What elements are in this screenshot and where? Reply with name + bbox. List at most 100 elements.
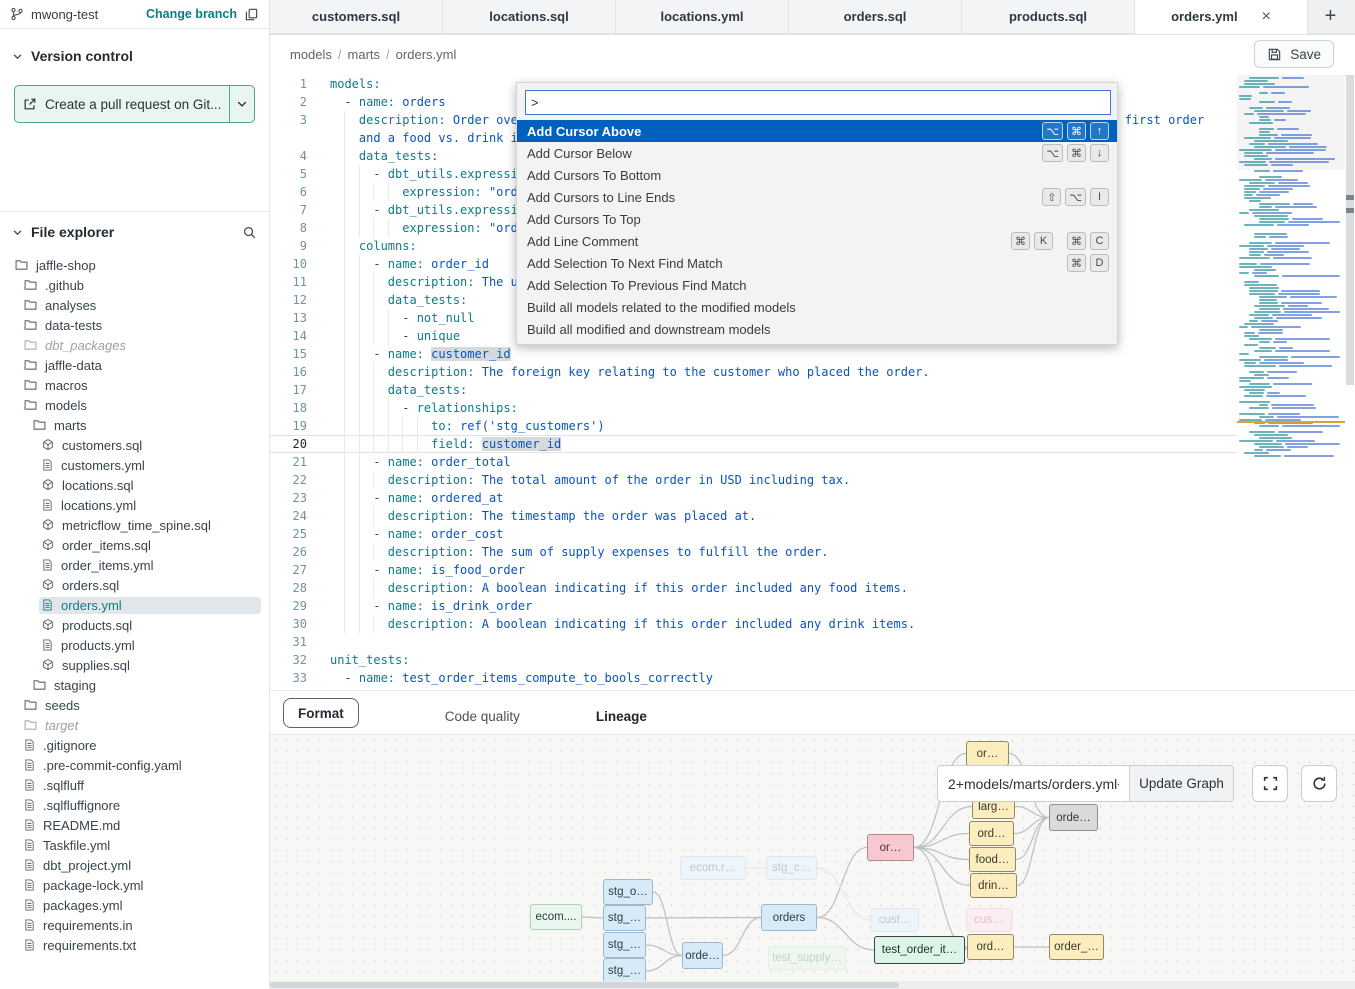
tree-item-orders-sql[interactable]: orders.sql — [0, 575, 269, 595]
new-tab-button[interactable]: + — [1308, 0, 1353, 34]
change-branch-link[interactable]: Change branch — [146, 7, 237, 21]
tree-item-models[interactable]: models — [0, 395, 269, 415]
code-line[interactable]: 31 — [270, 633, 1237, 651]
palette-item[interactable]: Add Selection To Next Find Match⌘D — [517, 252, 1117, 274]
tree-item-locations-sql[interactable]: locations.sql — [0, 475, 269, 495]
code-line[interactable]: 18 - relationships: — [270, 399, 1237, 417]
tree-item-requirements-in[interactable]: requirements.in — [0, 915, 269, 935]
tree-item-metricflow-time-spine-sql[interactable]: metricflow_time_spine.sql — [0, 515, 269, 535]
bottom-tab-lineage[interactable]: Lineage — [584, 698, 659, 734]
tree-item-package-lock-yml[interactable]: package-lock.yml — [0, 875, 269, 895]
tab-orders-yml[interactable]: orders.yml× — [1135, 0, 1308, 34]
code-line[interactable]: 27 - name: is_food_order — [270, 561, 1237, 579]
code-line[interactable]: 15 - name: customer_id — [270, 345, 1237, 363]
create-pr-button[interactable]: Create a pull request on Git... — [14, 85, 255, 123]
code-line[interactable]: 20 field: customer_id — [270, 435, 1237, 453]
tree-item--github[interactable]: .github — [0, 275, 269, 295]
minimap[interactable] — [1237, 75, 1345, 535]
tree-item-seeds[interactable]: seeds — [0, 695, 269, 715]
code-line[interactable]: 30 description: A boolean indicating if … — [270, 615, 1237, 633]
lineage-node-ory[interactable]: or… — [966, 741, 1009, 766]
lineage-node-stgc[interactable]: stg_c… — [766, 856, 817, 880]
tree-item-target[interactable]: target — [0, 715, 269, 735]
tree-item-products-yml[interactable]: products.yml — [0, 635, 269, 655]
palette-item[interactable]: Build all modified and downstream models — [517, 318, 1117, 340]
tree-item-order-items-sql[interactable]: order_items.sql — [0, 535, 269, 555]
code-line[interactable]: 21 - name: order_total — [270, 453, 1237, 471]
code-line[interactable]: 19 to: ref('stg_customers') — [270, 417, 1237, 435]
lineage-node-stg2[interactable]: stg_… — [603, 905, 646, 931]
editor-scrollbar[interactable] — [1345, 75, 1355, 690]
palette-item[interactable]: Add Selection To Previous Find Match — [517, 274, 1117, 296]
lineage-node-orde1[interactable]: orde… — [682, 942, 723, 969]
tree-item-customers-yml[interactable]: customers.yml — [0, 455, 269, 475]
code-line[interactable]: 25 - name: order_cost — [270, 525, 1237, 543]
lineage-node-testsupply[interactable]: test_supply… — [768, 946, 846, 970]
lineage-node-orpink[interactable]: or… — [867, 834, 914, 861]
palette-item[interactable]: Add Cursor Below⌥⌘↓ — [517, 142, 1117, 164]
tree-item-dbt-project-yml[interactable]: dbt_project.yml — [0, 855, 269, 875]
lineage-node-ordegray[interactable]: orde… — [1049, 804, 1098, 831]
tree-item-analyses[interactable]: analyses — [0, 295, 269, 315]
tree-item--sqlfluffignore[interactable]: .sqlfluffignore — [0, 795, 269, 815]
breadcrumb-item[interactable]: marts — [348, 47, 381, 62]
tree-item-order-items-yml[interactable]: order_items.yml — [0, 555, 269, 575]
lineage-node-ecom[interactable]: ecom.... — [530, 904, 582, 930]
tab-locations-yml[interactable]: locations.yml — [616, 0, 789, 34]
code-line[interactable]: 28 description: A boolean indicating if … — [270, 579, 1237, 597]
code-line[interactable]: 24 description: The timestamp the order … — [270, 507, 1237, 525]
palette-item[interactable]: Build all models related to the modified… — [517, 296, 1117, 318]
palette-item[interactable]: Add Cursors To Top — [517, 208, 1117, 230]
tab-products-sql[interactable]: products.sql — [962, 0, 1135, 34]
tree-item-dbt-packages[interactable]: dbt_packages — [0, 335, 269, 355]
code-line[interactable]: 23 - name: ordered_at — [270, 489, 1237, 507]
tree-item-data-tests[interactable]: data-tests — [0, 315, 269, 335]
lineage-node-ordy2[interactable]: ord… — [967, 934, 1014, 960]
lineage-node-ecomr[interactable]: ecom.r… — [680, 856, 746, 880]
tree-item--sqlfluff[interactable]: .sqlfluff — [0, 775, 269, 795]
lineage-node-cusg[interactable]: cus… — [966, 908, 1012, 932]
format-button[interactable]: Format — [283, 698, 359, 728]
lineage-hscrollbar[interactable] — [270, 981, 1355, 989]
lineage-node-stg1[interactable]: stg_o… — [603, 879, 653, 905]
refresh-button[interactable] — [1301, 765, 1337, 802]
lineage-node-custg[interactable]: cust… — [871, 908, 919, 932]
lineage-node-foody[interactable]: food… — [969, 847, 1016, 872]
code-line[interactable]: 16 description: The foreign key relating… — [270, 363, 1237, 381]
tree-item-jaffle-data[interactable]: jaffle-data — [0, 355, 269, 375]
tree-item-products-sql[interactable]: products.sql — [0, 615, 269, 635]
code-line[interactable]: 26 description: The sum of supply expens… — [270, 543, 1237, 561]
tree-item-customers-sql[interactable]: customers.sql — [0, 435, 269, 455]
breadcrumb-item[interactable]: orders.yml — [396, 47, 457, 62]
code-line[interactable]: 29 - name: is_drink_order — [270, 597, 1237, 615]
tree-item--gitignore[interactable]: .gitignore — [0, 735, 269, 755]
lineage-node-ordy1[interactable]: ord… — [969, 821, 1014, 846]
lineage-node-orders[interactable]: orders — [761, 904, 817, 931]
tree-item-readme-md[interactable]: README.md — [0, 815, 269, 835]
breadcrumb-item[interactable]: models — [290, 47, 332, 62]
code-line[interactable]: 32unit_tests: — [270, 651, 1237, 669]
tab-customers-sql[interactable]: customers.sql — [270, 0, 443, 34]
code-line[interactable]: 33 - name: test_order_items_compute_to_b… — [270, 669, 1237, 687]
pr-dropdown-chevron[interactable] — [230, 86, 254, 122]
tree-item-orders-yml[interactable]: orders.yml — [0, 595, 269, 615]
tree-item-macros[interactable]: macros — [0, 375, 269, 395]
scrollbar-thumb[interactable] — [1346, 75, 1354, 385]
save-button[interactable]: Save — [1254, 40, 1334, 68]
lineage-node-testorder[interactable]: test_order_it… — [874, 936, 965, 964]
lineage-node-ordery3[interactable]: order_… — [1049, 934, 1104, 960]
fullscreen-button[interactable] — [1252, 765, 1288, 802]
palette-item[interactable]: Add Cursors To Bottom — [517, 164, 1117, 186]
tree-item-taskfile-yml[interactable]: Taskfile.yml — [0, 835, 269, 855]
search-icon[interactable] — [242, 225, 257, 240]
tree-item-jaffle-shop[interactable]: jaffle-shop — [0, 255, 269, 275]
lineage-node-driny[interactable]: drin… — [970, 873, 1017, 898]
tree-item--pre-commit-config-yaml[interactable]: .pre-commit-config.yaml — [0, 755, 269, 775]
file-explorer-header[interactable]: File explorer — [0, 221, 269, 243]
palette-item[interactable]: Add Cursors to Line Ends⇧⌥I — [517, 186, 1117, 208]
palette-item[interactable]: Add Cursor Above⌥⌘↑ — [517, 120, 1117, 142]
tree-item-packages-yml[interactable]: packages.yml — [0, 895, 269, 915]
version-control-header[interactable]: Version control — [0, 45, 269, 67]
tab-locations-sql[interactable]: locations.sql — [443, 0, 616, 34]
palette-item[interactable]: Add Line Comment⌘K⌘C — [517, 230, 1117, 252]
